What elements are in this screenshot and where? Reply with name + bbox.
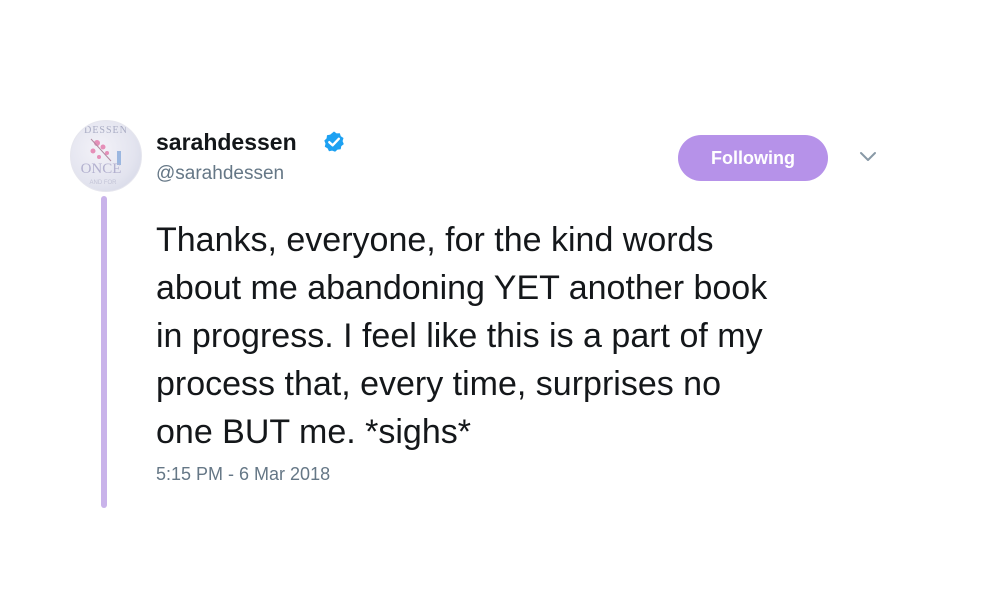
- tweet-timestamp[interactable]: 5:15 PM - 6 Mar 2018: [156, 463, 330, 485]
- user-handle[interactable]: @sarahdessen: [156, 162, 284, 186]
- thread-line: [101, 196, 107, 508]
- avatar[interactable]: DESSEN ONCE AND FOR: [70, 120, 142, 192]
- chevron-down-icon[interactable]: [858, 150, 878, 164]
- avatar-text-top: DESSEN: [84, 125, 128, 136]
- tweet-text-line: process that, every time, surprises no: [156, 365, 722, 403]
- tweet-text-line: Thanks, everyone, for the kind words: [156, 221, 714, 259]
- tweet-card: DESSEN ONCE AND FOR sarahdessen @sarahde…: [0, 0, 1000, 600]
- tweet-text-line: about me abandoning YET another book: [156, 269, 768, 307]
- following-button[interactable]: Following: [678, 135, 828, 181]
- display-name[interactable]: sarahdessen: [156, 128, 297, 156]
- tweet-text-line: one BUT me. *sighs*: [156, 413, 471, 451]
- tweet-text: Thanks, everyone, for the kind words abo…: [156, 216, 896, 456]
- avatar-image: DESSEN ONCE AND FOR: [81, 125, 128, 186]
- avatar-text-bottom: AND FOR: [90, 180, 118, 186]
- tweet-text-line: in progress. I feel like this is a part …: [156, 317, 763, 355]
- verified-badge-icon: [324, 131, 344, 152]
- avatar-text-middle: ONCE: [81, 161, 122, 177]
